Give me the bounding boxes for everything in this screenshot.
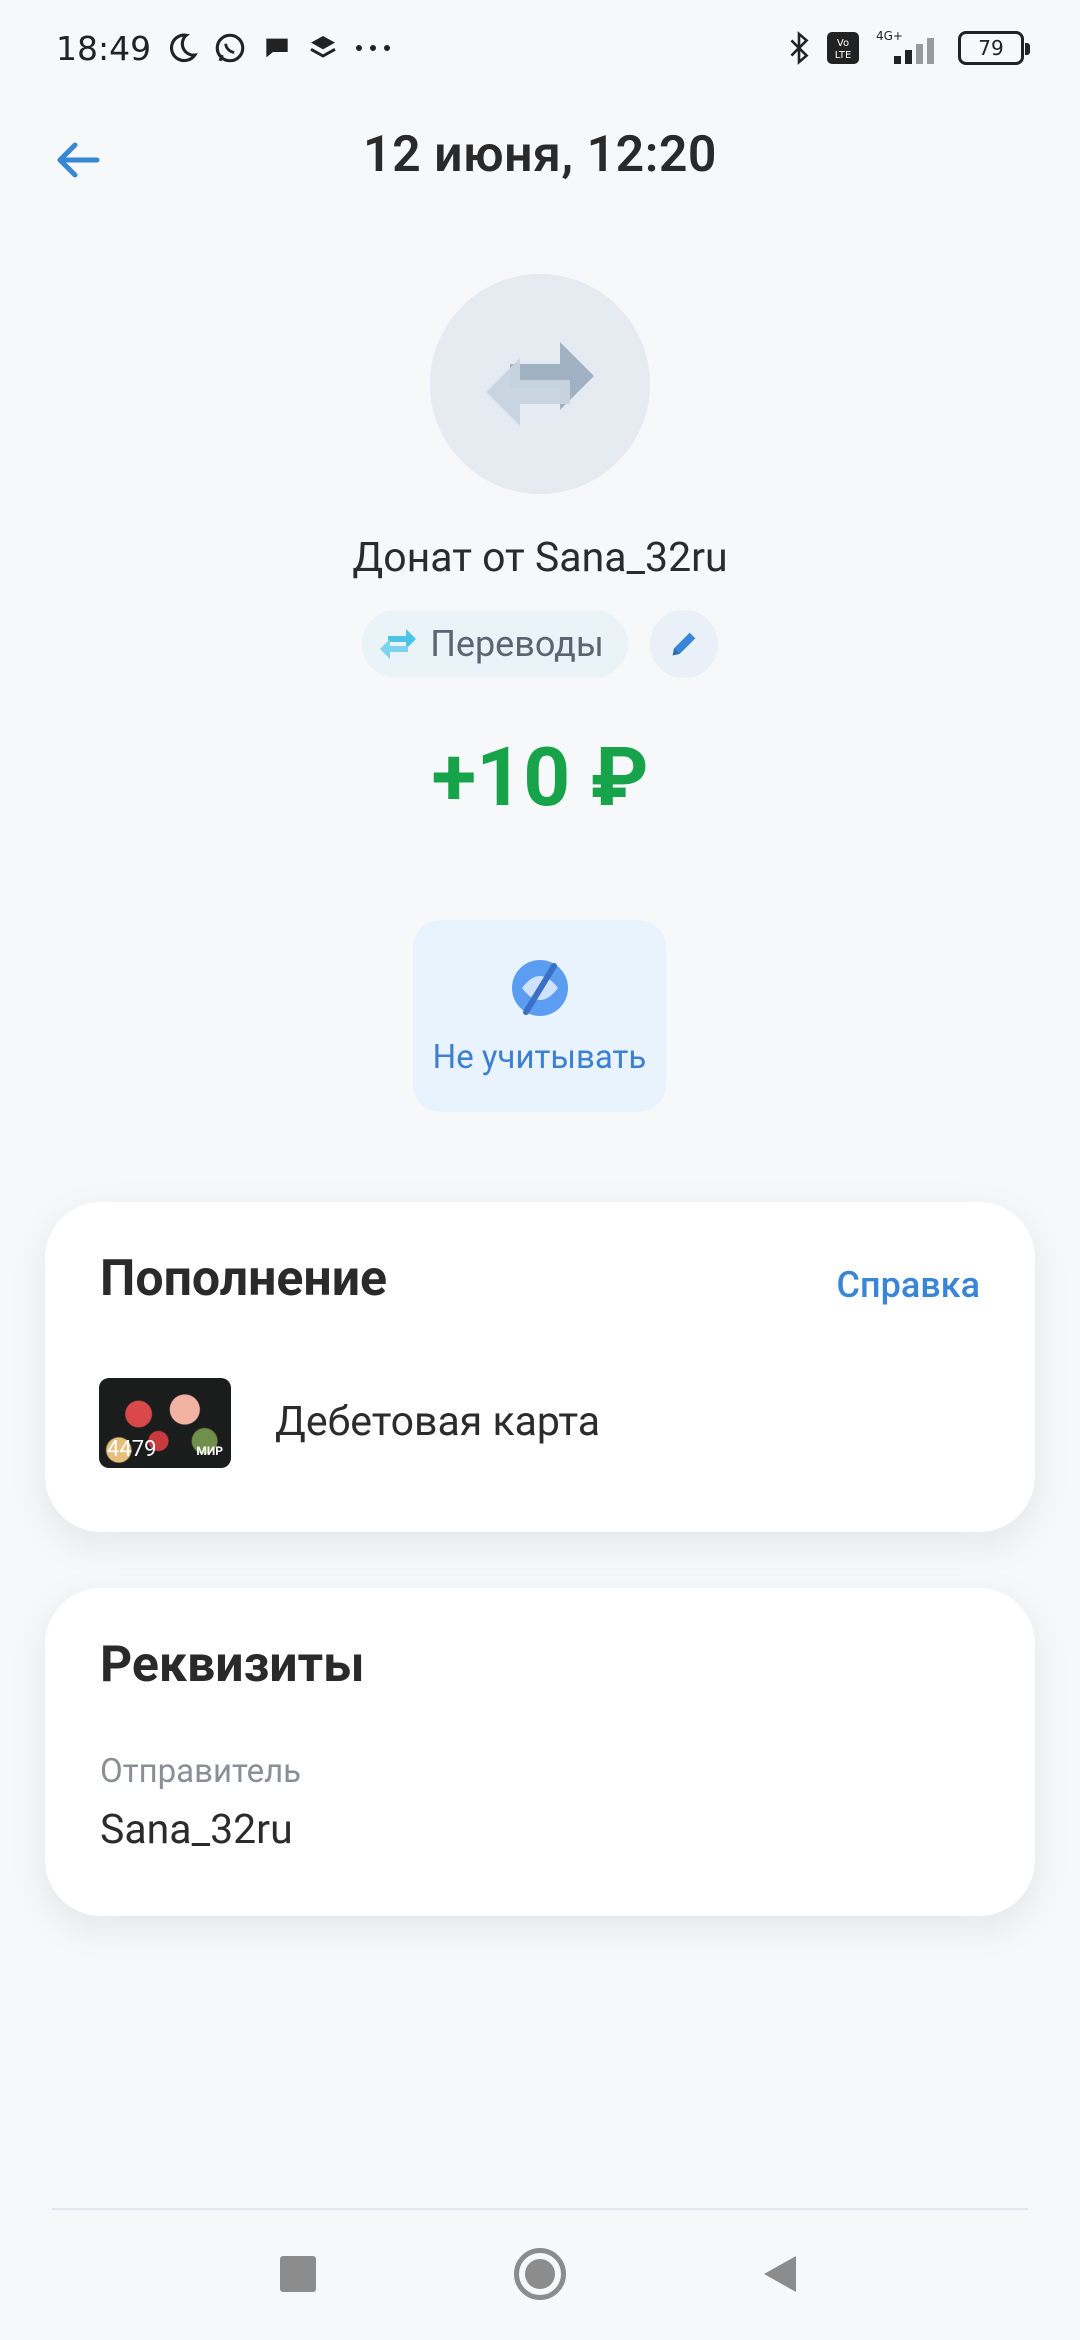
recents-button[interactable] [280, 2256, 316, 2292]
sender-label: Отправитель [100, 1752, 302, 1791]
category-chip[interactable]: Переводы [362, 610, 628, 678]
layers-icon [307, 32, 339, 64]
operation-chips: Переводы [0, 610, 1080, 678]
edit-category-button[interactable] [649, 610, 718, 678]
chat-icon [261, 32, 293, 64]
battery-level: 79 [978, 36, 1004, 60]
exclude-button[interactable]: Не учитывать [413, 920, 666, 1112]
header: 12 июня, 12:20 [0, 110, 1080, 200]
sender-value: Sana_32ru [100, 1806, 293, 1854]
network-label: 4G+ [876, 29, 903, 43]
status-time: 18:49 [56, 28, 152, 68]
operation-title: Донат от Sana_32ru [352, 534, 728, 582]
arrow-left-icon [57, 142, 100, 178]
status-bar: 18:49 Vo LTE 4G+ 79 [0, 0, 1080, 96]
pencil-icon [672, 632, 696, 656]
refill-title: Пополнение [100, 1250, 388, 1308]
transfer-arrows-icon [486, 342, 594, 426]
category-label: Переводы [430, 623, 604, 665]
card-last4: 4479 [107, 1437, 157, 1462]
refill-card: Пополнение Справка 4479 МИР Дебетовая ка… [45, 1202, 1035, 1532]
moon-icon [165, 31, 199, 65]
card-name[interactable]: Дебетовая карта [275, 1398, 600, 1446]
exclude-label: Не учитывать [432, 1037, 647, 1077]
whatsapp-icon [213, 31, 247, 65]
transfer-category-icon [380, 629, 417, 659]
page-title: 12 июня, 12:20 [363, 126, 717, 184]
signal-icon: 4G+ [874, 28, 944, 68]
operation-icon [430, 274, 650, 494]
status-left: 18:49 [56, 29, 393, 68]
requisites-title: Реквизиты [100, 1636, 365, 1694]
home-button[interactable] [514, 2248, 566, 2300]
status-right: Vo LTE 4G+ 79 [786, 28, 1030, 68]
nav-divider [52, 2208, 1028, 2210]
help-link[interactable]: Справка [837, 1264, 980, 1306]
svg-text:Vo: Vo [837, 38, 849, 49]
battery-icon: 79 [958, 31, 1030, 65]
system-back-button[interactable] [764, 2256, 796, 2292]
svg-text:LTE: LTE [835, 50, 852, 61]
back-button[interactable] [48, 130, 108, 190]
card-brand: МИР [196, 1444, 223, 1458]
card-thumbnail[interactable]: 4479 МИР [99, 1378, 231, 1468]
requisites-card: Реквизиты Отправитель Sana_32ru [45, 1588, 1035, 1916]
operation-amount: +10 ₽ [431, 730, 649, 826]
bluetooth-icon [786, 30, 812, 66]
system-nav-bar [0, 2230, 1080, 2320]
volte-icon: Vo LTE [826, 31, 860, 65]
more-icon [353, 42, 393, 54]
eye-off-icon [511, 959, 568, 1016]
